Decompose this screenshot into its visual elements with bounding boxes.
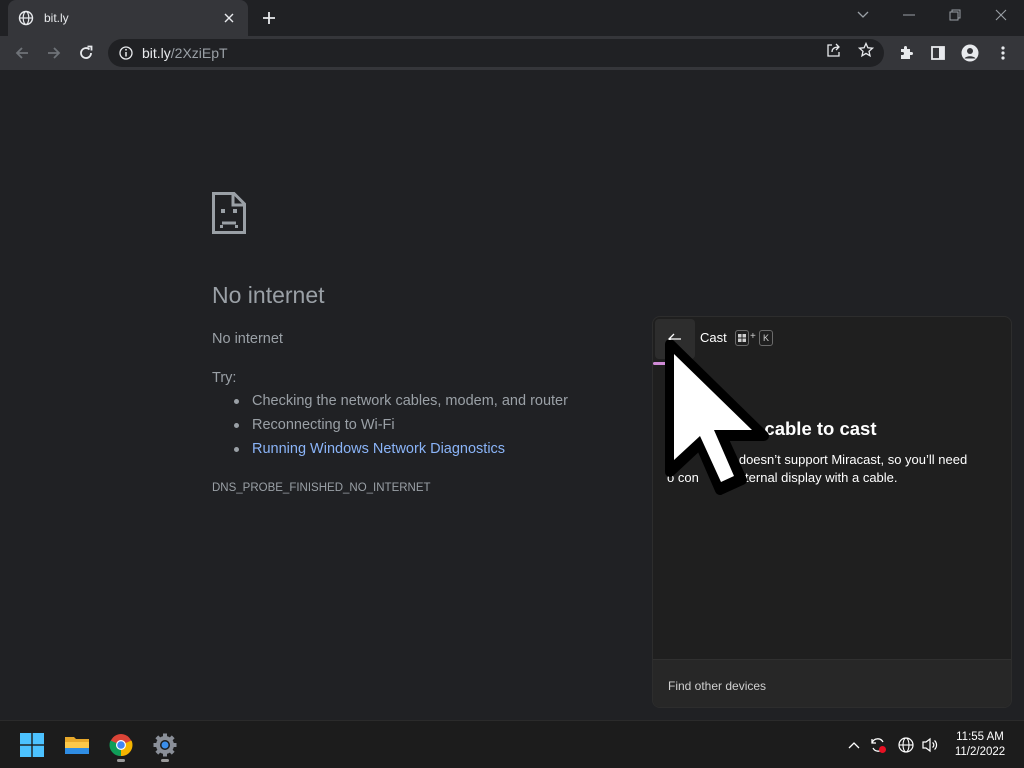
forward-icon[interactable]	[40, 39, 68, 67]
running-indicator	[161, 759, 169, 762]
info-icon[interactable]	[118, 45, 134, 61]
cast-footer: Find other devices	[653, 659, 1011, 707]
taskbar: 11:55 AM 11/2/2022	[0, 720, 1024, 768]
tab-search-icon[interactable]	[840, 0, 886, 30]
share-icon[interactable]	[826, 42, 842, 58]
address-bar[interactable]: bit.ly/2XziEpT	[108, 39, 884, 67]
menu-kebab-icon[interactable]	[993, 43, 1013, 63]
browser-tab[interactable]: bit.ly	[8, 0, 248, 36]
back-arrow-button[interactable]	[655, 319, 695, 359]
suggestion-item: Checking the network cables, modem, and …	[234, 393, 568, 417]
start-button[interactable]	[14, 727, 50, 763]
back-icon[interactable]	[8, 39, 36, 67]
clock[interactable]: 11:55 AM 11/2/2022	[944, 730, 1016, 760]
clock-date: 11/2/2022	[954, 746, 1006, 758]
error-title: No internet	[212, 282, 325, 308]
suggestion-item: Reconnecting to Wi-Fi	[234, 417, 568, 441]
sync-alert-icon[interactable]	[868, 735, 888, 755]
browser-toolbar: bit.ly/2XziEpT	[0, 36, 1024, 70]
shortcut-plus: +	[750, 331, 756, 342]
cast-message: e doesn’t support Miracast, so you’ll ne…	[667, 451, 1005, 487]
find-other-devices-link[interactable]: Find other devices	[668, 679, 766, 693]
cast-flyout: Cast + K a cable to cast e doesn’t suppo…	[652, 316, 1012, 708]
extensions-icon[interactable]	[896, 43, 916, 63]
shortcut-key: K	[759, 330, 773, 346]
network-globe-icon[interactable]	[896, 735, 916, 755]
loading-indicator	[653, 362, 667, 365]
profile-avatar-icon[interactable]	[960, 43, 980, 63]
restore-icon[interactable]	[932, 0, 978, 30]
try-label: Try:	[212, 370, 237, 386]
sad-page-icon	[212, 192, 246, 234]
chrome-icon[interactable]	[103, 727, 139, 763]
bookmark-star-icon[interactable]	[858, 42, 874, 58]
url-text: bit.ly/2XziEpT	[142, 45, 228, 61]
tab-strip: bit.ly	[0, 0, 1024, 36]
suggestion-list: Checking the network cables, modem, and …	[234, 393, 568, 465]
close-window-icon[interactable]	[978, 0, 1024, 30]
globe-icon	[18, 10, 34, 26]
network-diagnostics-link[interactable]: Running Windows Network Diagnostics	[234, 441, 568, 465]
url-host: bit.ly	[142, 45, 171, 61]
minimize-icon[interactable]	[886, 0, 932, 30]
file-explorer-icon[interactable]	[59, 727, 95, 763]
running-indicator	[117, 759, 125, 762]
tab-title: bit.ly	[44, 11, 69, 25]
show-hidden-icons-chevron-icon[interactable]	[844, 735, 864, 755]
cast-message-line: e doesn’t support Miracast, so you’ll ne…	[728, 452, 968, 467]
new-tab-button[interactable]	[258, 7, 280, 29]
clock-time: 11:55 AM	[956, 731, 1004, 743]
cast-heading: a cable to cast	[749, 418, 877, 439]
url-path: /2XziEpT	[170, 45, 228, 61]
cast-title: Cast	[700, 330, 727, 345]
side-panel-icon[interactable]	[928, 43, 948, 63]
close-tab-icon[interactable]	[220, 9, 238, 27]
volume-icon[interactable]	[920, 735, 940, 755]
reload-icon[interactable]	[72, 39, 100, 67]
error-code: DNS_PROBE_FINISHED_NO_INTERNET	[212, 482, 431, 494]
windows-key-icon	[735, 330, 749, 346]
error-subtitle: No internet	[212, 331, 283, 347]
windows-logo-icon	[20, 733, 44, 757]
cast-message-line: o con n external display with a cable.	[667, 470, 898, 485]
settings-gear-icon[interactable]	[147, 727, 183, 763]
